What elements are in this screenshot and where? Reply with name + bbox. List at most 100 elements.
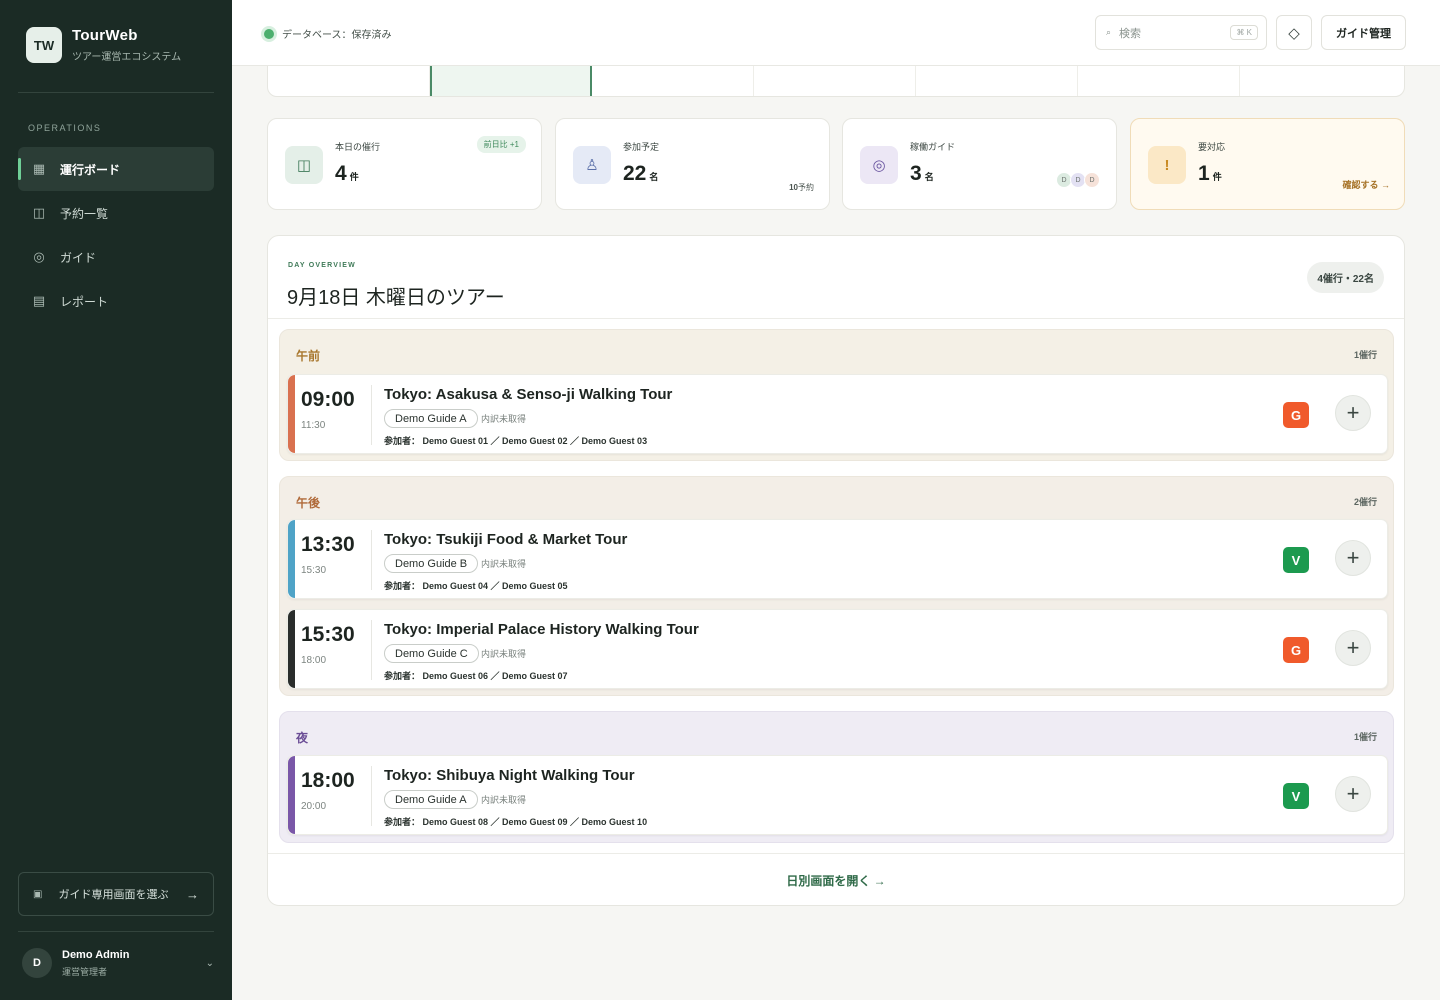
search-placeholder: 検索 xyxy=(1119,27,1142,40)
guide-management-button[interactable]: ガイド管理 xyxy=(1321,15,1406,50)
target-icon: ◎ xyxy=(33,249,45,264)
divider xyxy=(371,530,372,590)
tour-start-time: 18:00 xyxy=(301,769,355,792)
add-button[interactable]: + xyxy=(1335,395,1371,431)
diamond-icon-button[interactable]: ◇ xyxy=(1276,15,1312,50)
group-label: 夜 xyxy=(296,731,309,745)
brand-subtitle: ツアー運営エコシステム xyxy=(72,52,182,63)
plus-icon: + xyxy=(1346,400,1360,425)
columns-icon: ◫ xyxy=(32,205,46,220)
target-icon: ◎ xyxy=(860,146,898,184)
tour-color-bar xyxy=(288,520,295,598)
section-kicker: DAY OVERVIEW xyxy=(288,262,356,269)
sidebar-item-guides[interactable]: ◎ ガイド xyxy=(18,235,214,279)
stat-label: 要対応 xyxy=(1198,142,1226,152)
search-input[interactable]: ⌕ 検索 ⌘ K xyxy=(1095,15,1267,50)
group-count: 1催行 xyxy=(1353,732,1377,742)
tour-participants: 参加者： Demo Guest 08 ／ Demo Guest 09 ／ Dem… xyxy=(384,817,648,827)
tour-start-time: 13:30 xyxy=(301,533,355,556)
db-status-text: データベース：保存済み xyxy=(282,30,392,41)
tour-card[interactable]: 09:00 11:30 Tokyo: Asakusa & Senso-ji Wa… xyxy=(287,374,1388,454)
search-icon: ⌕ xyxy=(1106,27,1112,37)
page-title: 9月18日 木曜日のツアー xyxy=(287,287,505,309)
platform-badge: G xyxy=(1283,402,1309,428)
sidebar-item-bookings[interactable]: ◫ 予約一覧 xyxy=(18,191,214,235)
avatar: D xyxy=(22,948,52,978)
tour-status: 内訳未取得 xyxy=(481,795,527,805)
tour-color-bar xyxy=(288,610,295,688)
brand-name: TourWeb xyxy=(72,27,138,44)
columns-icon: ◫ xyxy=(285,146,323,184)
screen-icon: ▣ xyxy=(33,888,43,900)
diamond-icon: ◇ xyxy=(1288,24,1300,42)
tour-color-bar xyxy=(288,375,295,453)
add-button[interactable]: + xyxy=(1335,540,1371,576)
chevron-down-icon: ⌄ xyxy=(205,957,214,969)
guide-chip[interactable]: Demo Guide A xyxy=(384,409,478,428)
guide-chip[interactable]: Demo Guide B xyxy=(384,554,479,573)
guide-select-label: ガイド専用画面を選ぶ xyxy=(58,889,169,901)
tour-start-time: 09:00 xyxy=(301,388,355,411)
tour-card[interactable]: 15:30 18:00 Tokyo: Imperial Palace Histo… xyxy=(287,609,1388,689)
add-button[interactable]: + xyxy=(1335,630,1371,666)
guide-chip[interactable]: Demo Guide A xyxy=(384,790,478,809)
tour-card[interactable]: 13:30 15:30 Tokyo: Tsukiji Food & Market… xyxy=(287,519,1388,599)
confirm-link[interactable]: 確認する → xyxy=(1342,178,1390,191)
guide-avatars: D D D xyxy=(1056,172,1100,188)
divider xyxy=(371,385,372,445)
platform-badge: G xyxy=(1283,637,1309,663)
tour-participants: 参加者： Demo Guest 01 ／ Demo Guest 02 ／ Dem… xyxy=(384,436,648,446)
tour-participants: 参加者： Demo Guest 04 ／ Demo Guest 05 xyxy=(384,581,568,591)
tour-card[interactable]: 18:00 20:00 Tokyo: Shibuya Night Walking… xyxy=(287,755,1388,835)
nav-section-label: OPERATIONS xyxy=(28,123,102,133)
divider xyxy=(268,318,1404,319)
sidebar-item-operations-board[interactable]: ▦ 運行ボード xyxy=(18,147,214,191)
plus-icon: + xyxy=(1346,635,1360,660)
plus-icon: + xyxy=(1346,545,1360,570)
divider xyxy=(268,853,1404,854)
shortcut-badge: ⌘ K xyxy=(1230,25,1258,40)
stat-card-action-required: ! 要対応 1件 確認する → xyxy=(1130,118,1405,210)
plus-icon: + xyxy=(1346,781,1360,806)
sidebar-item-reports[interactable]: ▤ レポート xyxy=(18,279,214,323)
add-button[interactable]: + xyxy=(1335,776,1371,812)
tour-participants: 参加者： Demo Guest 06 ／ Demo Guest 07 xyxy=(384,671,568,681)
tour-name: Tokyo: Asakusa & Senso-ji Walking Tour xyxy=(384,386,673,403)
guide-chip[interactable]: Demo Guide C xyxy=(384,644,479,663)
day-summary-badge: 4催行・22名 xyxy=(1307,262,1384,293)
group-count: 1催行 xyxy=(1353,350,1377,360)
tour-start-time: 15:30 xyxy=(301,623,355,646)
person-icon: ♙ xyxy=(573,146,611,184)
user-menu[interactable]: D Demo Admin 運営管理者 ⌄ xyxy=(22,948,214,978)
sidebar-divider xyxy=(18,931,214,932)
stat-note: 10予約 xyxy=(789,183,814,192)
tour-status: 内訳未取得 xyxy=(481,559,527,569)
open-day-view-link[interactable]: 日別画面を開く → xyxy=(268,872,1404,889)
tour-status: 内訳未取得 xyxy=(481,414,527,424)
tour-name: Tokyo: Tsukiji Food & Market Tour xyxy=(384,531,628,548)
guide-screen-select-button[interactable]: ▣ ガイド専用画面を選ぶ → xyxy=(18,872,214,916)
stat-label: 稼働ガイド xyxy=(910,142,956,152)
sidebar-item-label: 運行ボード xyxy=(60,162,121,177)
time-group-afternoon: 午後 2催行 13:30 15:30 Tokyo: Tsukiji Food &… xyxy=(279,476,1394,696)
brand[interactable]: TW TourWeb ツアー運営エコシステム xyxy=(26,27,181,63)
avatar: D xyxy=(1084,172,1100,188)
stat-value: 3名 xyxy=(910,162,934,185)
sidebar: TW TourWeb ツアー運営エコシステム OPERATIONS ▦ 運行ボー… xyxy=(0,0,232,1000)
day-overview-panel: DAY OVERVIEW 9月18日 木曜日のツアー 4催行・22名 午前 1催… xyxy=(267,235,1405,906)
report-icon: ▤ xyxy=(32,293,46,308)
platform-badge: V xyxy=(1283,783,1309,809)
status-dot-icon xyxy=(264,28,274,39)
tour-end-time: 20:00 xyxy=(301,801,327,812)
user-role: 運営管理者 xyxy=(62,966,108,977)
time-group-morning: 午前 1催行 09:00 11:30 Tokyo: Asakusa & Sens… xyxy=(279,329,1394,461)
tour-end-time: 11:30 xyxy=(301,420,326,431)
divider xyxy=(371,766,372,826)
sidebar-nav: ▦ 運行ボード ◫ 予約一覧 ◎ ガイド ▤ レポート xyxy=(18,147,214,323)
stat-card-today-tours: ◫ 本日の催行 4件 前日比 +1 xyxy=(267,118,542,210)
user-name: Demo Admin xyxy=(62,948,130,961)
sidebar-divider xyxy=(18,92,214,93)
tour-end-time: 15:30 xyxy=(301,565,327,576)
stat-label: 本日の催行 xyxy=(335,142,381,152)
stat-value: 4件 xyxy=(335,162,359,185)
